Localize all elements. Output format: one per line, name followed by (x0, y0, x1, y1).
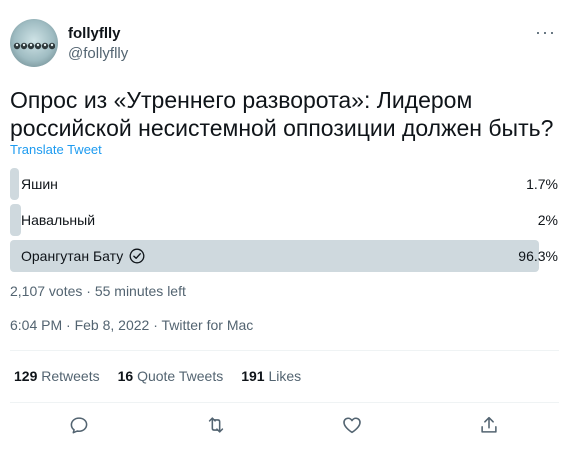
avatar-image (13, 42, 55, 50)
poll-option-winner: Орангутан Бату 96.3% (10, 240, 559, 272)
divider (10, 402, 559, 403)
divider (10, 350, 559, 351)
retweet-icon[interactable] (205, 414, 227, 436)
engagement-stats: 129 Retweets 16 Quote Tweets 191 Likes (14, 368, 301, 384)
poll-option-percent: 96.3% (518, 248, 558, 264)
poll-option-label: Яшин (21, 176, 58, 192)
poll-option-label: Орангутан Бату (21, 248, 145, 264)
action-bar (0, 404, 570, 444)
retweets-stat[interactable]: 129 Retweets (14, 368, 100, 384)
share-icon[interactable] (478, 414, 500, 436)
poll-bar (10, 204, 21, 236)
translate-tweet-link[interactable]: Translate Tweet (10, 142, 102, 157)
poll: Яшин 1.7% Навальный 2% Орангутан Бату 96… (10, 168, 559, 276)
tweet: follyflly @follyflly ··· Опрос из «Утрен… (0, 0, 570, 451)
poll-option-percent: 2% (537, 212, 558, 228)
like-icon[interactable] (341, 414, 363, 436)
poll-option-percent: 1.7% (526, 176, 558, 192)
poll-summary: 2,107 votes · 55 minutes left (10, 283, 186, 299)
poll-option-label: Навальный (21, 212, 96, 228)
likes-stat[interactable]: 191 Likes (241, 368, 301, 384)
poll-option: Навальный 2% (10, 204, 559, 236)
reply-icon[interactable] (68, 414, 90, 436)
quote-tweets-stat[interactable]: 16 Quote Tweets (118, 368, 224, 384)
tweet-text: Опрос из «Утреннего разворота»: Лидером … (10, 87, 554, 141)
tweet-timestamp[interactable]: 6:04 PM · Feb 8, 2022 · Twitter for Mac (10, 317, 253, 333)
poll-option: Яшин 1.7% (10, 168, 559, 200)
more-options-icon[interactable]: ··· (535, 22, 556, 43)
author-name[interactable]: follyflly (68, 25, 121, 42)
avatar[interactable] (10, 19, 58, 67)
author-handle[interactable]: @follyflly (68, 45, 128, 62)
check-circle-icon (129, 248, 145, 264)
poll-bar (10, 168, 20, 200)
